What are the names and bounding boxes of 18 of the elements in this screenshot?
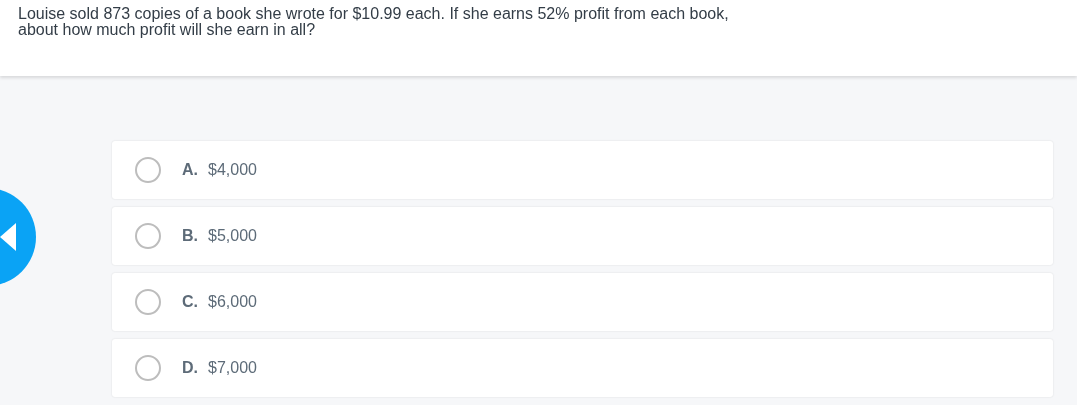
option-text: $4,000 xyxy=(208,161,257,179)
option-letter: A. xyxy=(182,161,198,179)
option-letter: B. xyxy=(182,227,198,245)
question-text: Louise sold 873 copies of a book she wrote for $10.99 each. If she earns 52% profit from each book, about how much profit will she earn in all? xyxy=(18,6,730,38)
back-button[interactable] xyxy=(0,188,36,286)
answer-option[interactable]: B. $5,000 xyxy=(112,207,1053,265)
radio-button[interactable] xyxy=(135,355,161,381)
option-text: $5,000 xyxy=(208,227,257,245)
answer-option[interactable]: A. $4,000 xyxy=(112,141,1053,199)
radio-button[interactable] xyxy=(135,157,161,183)
option-letter: D. xyxy=(182,359,198,377)
answer-option[interactable]: C. $6,000 xyxy=(112,273,1053,331)
option-text: $6,000 xyxy=(208,293,257,311)
answer-option[interactable]: D. $7,000 xyxy=(112,339,1053,397)
radio-button[interactable] xyxy=(135,289,161,315)
option-text: $7,000 xyxy=(208,359,257,377)
option-letter: C. xyxy=(182,293,198,311)
radio-button[interactable] xyxy=(135,223,161,249)
